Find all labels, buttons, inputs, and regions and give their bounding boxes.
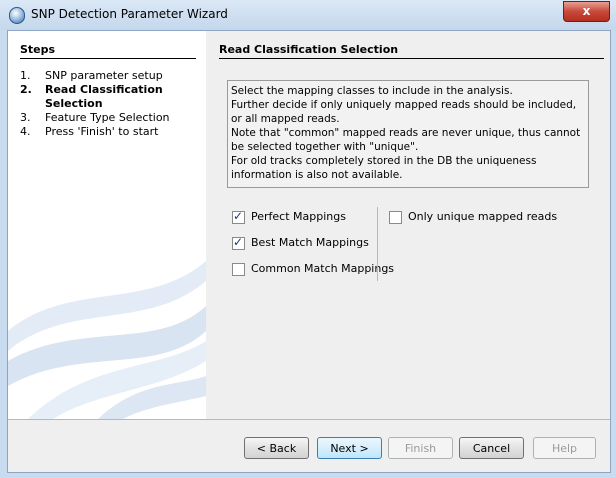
step-label: Feature Type Selection (45, 111, 170, 124)
title-bar[interactable]: SNP Detection Parameter Wizard x (0, 0, 616, 30)
info-line: Select the mapping classes to include in… (231, 85, 513, 97)
step-item: 1. SNP parameter setup (20, 69, 200, 83)
perfect-mappings-checkbox[interactable] (232, 209, 245, 224)
checkbox-label[interactable]: Best Match Mappings (251, 235, 369, 251)
step-number: 3. (20, 111, 31, 124)
only-unique-option[interactable]: Only unique mapped reads (389, 209, 557, 235)
vertical-separator (377, 207, 378, 281)
common-match-mappings-checkbox[interactable] (232, 263, 245, 276)
wizard-client-area: Steps 1. SNP parameter setup 2. Read Cla… (7, 30, 611, 473)
title-divider (219, 58, 604, 59)
footer-separator (8, 419, 610, 420)
steps-divider (20, 58, 196, 59)
window-title: SNP Detection Parameter Wizard (31, 7, 228, 21)
step-label: Read Classification Selection (45, 83, 163, 110)
uniqueness-group: Only unique mapped reads (389, 209, 557, 235)
finish-button[interactable]: Finish (388, 437, 453, 459)
step-number: 1. (20, 69, 31, 82)
common-match-mappings-option[interactable]: Common Match Mappings (232, 261, 394, 287)
step-label: SNP parameter setup (45, 69, 163, 82)
best-match-mappings-option[interactable]: Best Match Mappings (232, 235, 394, 261)
best-match-mappings-checkbox[interactable] (232, 235, 245, 250)
step-item-current: 2. Read Classification Selection (20, 83, 200, 111)
cancel-button[interactable]: Cancel (459, 437, 524, 459)
checkbox-label[interactable]: Only unique mapped reads (408, 209, 557, 225)
help-button[interactable]: Help (533, 437, 596, 459)
info-line: For old tracks completely stored in the … (231, 155, 540, 181)
info-line: Further decide if only uniquely mapped r… (231, 99, 580, 125)
step-item: 4. Press 'Finish' to start (20, 125, 200, 139)
perfect-mappings-option[interactable]: Perfect Mappings (232, 209, 394, 235)
mapping-class-group: Perfect Mappings Best Match Mappings Com… (232, 209, 394, 287)
info-line: Note that "common" mapped reads are neve… (231, 127, 584, 153)
steps-list: 1. SNP parameter setup 2. Read Classific… (20, 69, 200, 139)
checkbox-label[interactable]: Perfect Mappings (251, 209, 346, 225)
info-text-area: Select the mapping classes to include in… (227, 80, 589, 188)
only-unique-checkbox[interactable] (389, 211, 402, 224)
step-number: 4. (20, 125, 31, 138)
app-icon (9, 7, 25, 24)
back-button[interactable]: < Back (244, 437, 309, 459)
steps-panel: Steps 1. SNP parameter setup 2. Read Cla… (8, 31, 206, 419)
close-button[interactable]: x (563, 1, 610, 22)
page-title: Read Classification Selection (219, 43, 399, 56)
step-label: Press 'Finish' to start (45, 125, 159, 138)
step-number: 2. (20, 83, 32, 96)
checkbox-label[interactable]: Common Match Mappings (251, 261, 394, 277)
steps-heading: Steps (20, 43, 56, 56)
next-button[interactable]: Next > (317, 437, 382, 459)
step-item: 3. Feature Type Selection (20, 111, 200, 125)
